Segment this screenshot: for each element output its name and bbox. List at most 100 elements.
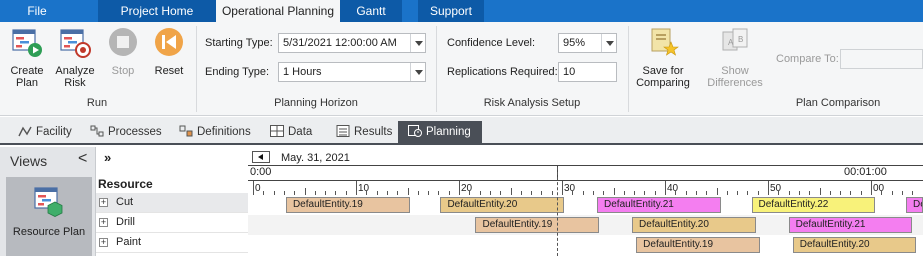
resource-column-header: Resource <box>98 177 153 191</box>
minute-tick <box>871 181 872 195</box>
chevron-down-icon[interactable] <box>410 34 425 52</box>
gantt-chart: May. 31, 2021 0:00 00:01:00 0 10 20 30 40 50 0… <box>248 147 923 256</box>
gantt-bar[interactable]: DefaultEntity.19 <box>285 197 410 213</box>
definitions-icon <box>179 125 193 137</box>
group-separator <box>628 26 629 112</box>
minute-tick <box>253 181 254 195</box>
create-plan-label: Create Plan <box>10 65 44 89</box>
ribbon: Create Plan Analyze Risk Stop Reset Run … <box>0 22 923 116</box>
tab-planning[interactable]: Planning <box>398 121 482 143</box>
minute-tick <box>768 181 769 195</box>
processes-icon <box>90 125 104 137</box>
compare-to-combo[interactable] <box>840 49 923 69</box>
hour-label-start: 0:00 <box>250 166 272 178</box>
tab-operational-planning[interactable]: Operational Planning <box>216 0 340 22</box>
replications-required-input[interactable]: 10 <box>558 62 617 82</box>
plan-comparison-group-label: Plan Comparison <box>795 97 881 109</box>
header-divider <box>248 165 923 166</box>
views-pane: Views < Resource Plan <box>0 147 96 256</box>
gantt-bar[interactable]: DefaultEntity.20 <box>632 217 756 233</box>
tick-label: 20 <box>461 183 473 194</box>
gantt-bar[interactable]: DefaultEntity.20 <box>440 197 565 213</box>
analyze-risk-label: Analyze Risk <box>55 65 95 89</box>
chevron-down-icon[interactable] <box>601 34 616 52</box>
starting-type-value: 5/31/2021 12:00:00 AM <box>283 37 397 49</box>
save-for-comparing-icon <box>651 28 679 56</box>
analyze-risk-button[interactable]: Analyze Risk <box>52 26 98 89</box>
views-title: Views <box>10 153 48 169</box>
create-plan-icon <box>12 29 42 57</box>
gantt-bar[interactable]: DefaultEntity.20 <box>792 237 917 253</box>
hour-label-next: 00:01:00 <box>844 166 887 178</box>
expand-row-icon[interactable]: + <box>99 218 108 227</box>
reset-icon <box>155 28 183 56</box>
gantt-bar[interactable]: DefaultEntity.23 <box>906 197 923 213</box>
tab-results[interactable]: Results <box>332 121 392 143</box>
resource-row-cut[interactable]: + Cut <box>96 193 248 213</box>
planning-horizon-group-label: Planning Horizon <box>274 97 358 109</box>
show-differences-label: Show Differences <box>707 65 763 89</box>
gantt-bar[interactable]: DefaultEntity.19 <box>475 217 600 233</box>
stop-icon <box>109 28 137 56</box>
results-icon <box>336 125 350 137</box>
compare-to-label: Compare To: <box>776 53 839 65</box>
gantt-bar[interactable]: DefaultEntity.21 <box>788 217 913 233</box>
gantt-date: May. 31, 2021 <box>281 152 350 164</box>
tab-definitions[interactable]: Definitions <box>175 121 251 143</box>
expand-panel-button[interactable]: » <box>104 150 111 165</box>
resource-name: Drill <box>116 216 135 228</box>
group-separator <box>196 26 197 112</box>
tick-label: 00 <box>873 183 885 194</box>
stop-button[interactable]: Stop <box>100 26 146 77</box>
expand-row-icon[interactable]: + <box>99 198 108 207</box>
chevron-down-icon[interactable] <box>410 63 425 81</box>
tab-file[interactable]: File <box>0 0 74 22</box>
document-tab-strip: Facility Processes Definitions Data Resu… <box>0 117 923 145</box>
reset-button[interactable]: Reset <box>146 26 192 77</box>
tab-support[interactable]: Support <box>418 0 484 22</box>
resource-row-paint[interactable]: + Paint <box>96 233 248 253</box>
show-differences-button[interactable]: A B Show Differences <box>704 26 766 89</box>
save-for-comparing-button[interactable]: Save for Comparing <box>636 26 690 89</box>
minute-tick <box>407 188 409 195</box>
tick-label: 40 <box>667 183 679 194</box>
show-differences-icon: A B <box>722 28 748 51</box>
gantt-bar[interactable]: DefaultEntity.22 <box>751 197 876 213</box>
minute-tick <box>459 181 460 195</box>
minute-tick <box>819 188 821 195</box>
group-separator <box>436 26 437 112</box>
gantt-bar[interactable]: DefaultEntity.19 <box>636 237 760 253</box>
gantt-bar[interactable]: DefaultEntity.21 <box>597 197 721 213</box>
replications-required-label: Replications Required: <box>447 66 558 78</box>
resource-list: » Resource + Cut + Drill + Paint <box>96 147 248 256</box>
ribbon-tab-bar: File Project Home Operational Planning G… <box>0 0 923 22</box>
tab-processes[interactable]: Processes <box>86 121 162 143</box>
create-plan-button[interactable]: Create Plan <box>4 26 50 89</box>
confidence-level-value: 95% <box>563 37 586 49</box>
tab-data[interactable]: Data <box>266 121 312 143</box>
tab-facility[interactable]: Facility <box>14 121 72 143</box>
resource-plan-view[interactable]: Resource Plan <box>6 177 92 256</box>
svg-text:A: A <box>728 38 734 47</box>
ending-type-combo[interactable]: 1 Hours <box>278 62 426 82</box>
confidence-level-combo[interactable]: 95% <box>558 33 617 53</box>
stop-label: Stop <box>111 65 135 77</box>
resource-row-drill[interactable]: + Drill <box>96 213 248 233</box>
hour-marker-line <box>557 167 558 256</box>
analyze-risk-icon <box>60 29 91 58</box>
tick-label: 0 <box>255 183 261 194</box>
minute-tick <box>613 188 615 195</box>
scroll-left-button[interactable] <box>252 151 270 163</box>
minute-tick <box>716 188 718 195</box>
tick-label: 30 <box>564 183 576 194</box>
expand-row-icon[interactable]: + <box>99 238 108 247</box>
tab-gantt[interactable]: Gantt <box>340 0 402 22</box>
ending-type-value: 1 Hours <box>283 66 322 78</box>
save-for-comparing-label: Save for Comparing <box>636 65 690 89</box>
minute-tick <box>304 188 306 195</box>
svg-text:B: B <box>738 35 743 44</box>
starting-type-combo[interactable]: 5/31/2021 12:00:00 AM <box>278 33 426 53</box>
tab-project-home[interactable]: Project Home <box>98 0 216 22</box>
collapse-views-button[interactable]: < <box>78 150 87 168</box>
resource-name: Paint <box>116 236 142 248</box>
